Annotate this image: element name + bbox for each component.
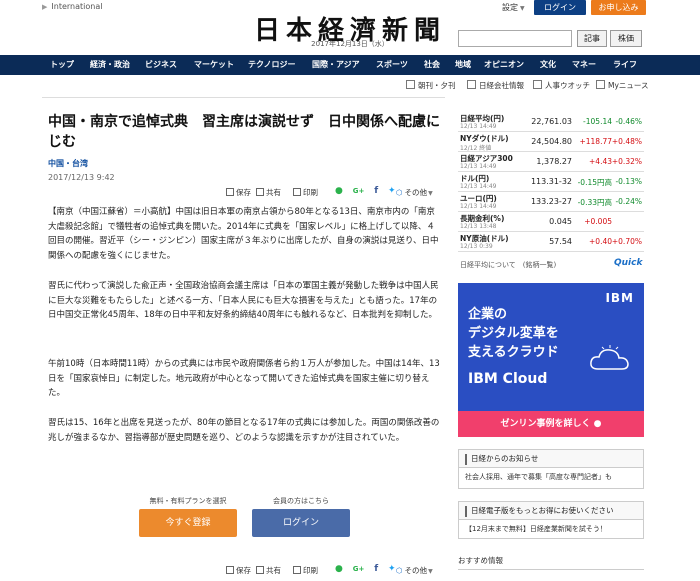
- chevron-down-icon: ▼: [428, 190, 433, 197]
- recommend-heading: おすすめ情報: [458, 555, 644, 570]
- signup-button[interactable]: お申し込み: [591, 0, 646, 15]
- other-share-button-bottom[interactable]: ⬡ その他▼: [396, 565, 433, 577]
- nav-item-region[interactable]: 地域: [455, 55, 471, 75]
- nav-item-life[interactable]: ライフ: [613, 55, 637, 75]
- ad-product: IBM Cloud: [468, 371, 548, 387]
- person-icon: [533, 80, 542, 89]
- evernote-icon[interactable]: ●: [335, 564, 343, 574]
- save-button[interactable]: 保存: [226, 187, 251, 199]
- print-icon: [293, 566, 301, 574]
- ibm-cloud-ad[interactable]: IBM 企業の デジタル変革を 支えるクラウド IBM Cloud ゼンリン事例…: [458, 283, 644, 437]
- plan-label: 無料・有料プランを選択: [149, 497, 227, 505]
- share-button-bottom[interactable]: 共有: [256, 565, 281, 577]
- digital-offer-notice[interactable]: 日経電子版をもっとお得にお使いください 【12月末まで無料】日経産業新聞を試そう…: [458, 501, 644, 539]
- facebook-icon[interactable]: f: [374, 564, 378, 574]
- subnav-company-info[interactable]: 日経会社情報: [467, 80, 524, 92]
- more-icon: ⬡: [396, 188, 403, 197]
- notice-icon: [465, 506, 467, 517]
- nav-item-business[interactable]: ビジネス: [145, 55, 177, 75]
- article-date: 2017/12/13 9:42: [48, 173, 115, 182]
- nikkei-average-link[interactable]: 日経平均について (銘柄一覧): [460, 260, 556, 270]
- save-icon: [226, 188, 234, 196]
- market-row[interactable]: ドル(円) 12/13 14:49 113.31-32 -0.15円高 -0.13%: [458, 172, 644, 192]
- ad-cta-button[interactable]: ゼンリン事例を詳しく ●: [458, 411, 644, 437]
- chevron-down-icon: ▼: [520, 5, 525, 12]
- article-paragraph: 習氏は15、16年と出席を見送ったが、80年の節目となる17年の式典には参加した…: [48, 418, 440, 443]
- nav-item-money[interactable]: マネー: [572, 55, 596, 75]
- market-row[interactable]: NY原油(ドル) 12/13 0:39 57.54 +0.40 +0.70%: [458, 232, 644, 252]
- share-icon: [256, 188, 264, 196]
- print-icon: [293, 188, 301, 196]
- international-link[interactable]: ▶ International: [42, 2, 102, 11]
- mynews-icon: [596, 80, 605, 89]
- share-icon: [256, 566, 264, 574]
- login-button[interactable]: ログイン: [534, 0, 586, 15]
- article-category[interactable]: 中国・台湾: [48, 158, 88, 169]
- subnav-personnel[interactable]: 人事ウオッチ: [533, 80, 590, 92]
- article-headline: 中国・南京で追悼式典 習主席は演説せず 日中関係へ配慮にじむ: [48, 114, 440, 150]
- main-nav: トップ 経済・政治 ビジネス マーケット テクノロジー 国際・アジア スポーツ …: [0, 55, 700, 75]
- save-button-bottom[interactable]: 保存: [226, 565, 251, 577]
- member-label: 会員の方はこちら: [273, 497, 329, 505]
- triangle-right-icon: ▶: [42, 3, 48, 11]
- twitter-icon[interactable]: ✦: [388, 186, 396, 196]
- nikkei-notice[interactable]: 日経からのお知らせ 社会人採用、通年で募集「高度な専門記者」も: [458, 449, 644, 489]
- other-share-button[interactable]: ⬡ その他▼: [396, 187, 433, 199]
- print-button[interactable]: 印刷: [293, 187, 318, 199]
- gate-login-button[interactable]: ログイン: [252, 509, 350, 537]
- nav-item-opinion[interactable]: オピニオン: [484, 55, 524, 75]
- search-input[interactable]: [458, 30, 572, 47]
- facebook-icon[interactable]: f: [374, 186, 378, 196]
- evernote-icon[interactable]: ●: [335, 186, 343, 196]
- more-icon: ⬡: [396, 566, 403, 575]
- stock-search-button[interactable]: 株価: [610, 30, 642, 47]
- settings-menu[interactable]: 設定 ▼: [502, 2, 525, 13]
- article-paragraph: 午前10時（日本時間11時）からの式典には市民や政府関係者ら約１万人が参加した。…: [48, 359, 440, 398]
- masthead-date: 2017年12月13日（水）: [311, 40, 389, 48]
- social-buttons: ● G+ f ✦: [335, 186, 403, 198]
- article-search-button[interactable]: 記事: [577, 30, 607, 47]
- nav-item-market[interactable]: マーケット: [194, 55, 234, 75]
- market-row[interactable]: 日経アジア300 12/13 14:49 1,378.27 +4.43 +0.32%: [458, 152, 644, 172]
- twitter-icon[interactable]: ✦: [388, 564, 396, 574]
- register-button[interactable]: 今すぐ登録: [139, 509, 237, 537]
- social-buttons-bottom: ● G+ f ✦: [335, 564, 403, 576]
- market-row[interactable]: 日経平均(円) 12/13 14:49 22,761.03 -105.14 -0.46…: [458, 112, 644, 132]
- google-plus-icon[interactable]: G+: [353, 187, 365, 195]
- company-icon: [467, 80, 476, 89]
- divider: [42, 97, 445, 98]
- share-button[interactable]: 共有: [256, 187, 281, 199]
- save-icon: [226, 566, 234, 574]
- chevron-down-icon: ▼: [428, 568, 433, 575]
- market-row[interactable]: NYダウ(ドル) 12/12 終値 24,504.80 +118.77 +0.48%: [458, 132, 644, 152]
- market-row[interactable]: 長期金利(%) 12/13 13:48 0.045 +0.005: [458, 212, 644, 232]
- quick-logo: Quick: [614, 258, 643, 268]
- subnav-paper[interactable]: 朝刊・夕刊: [406, 80, 456, 92]
- article-paragraph: 習氏に代わって演説した兪正声・全国政治協商会議主席は「日本の軍国主義が発動した戦…: [48, 281, 439, 320]
- market-row[interactable]: ユーロ(円) 12/13 14:49 133.23-27 -0.33円高 -0.24%: [458, 192, 644, 212]
- article-paragraph: 【南京（中国江蘇省）＝小高航】中国は旧日本軍の南京占領から80年となる13日、南…: [48, 207, 439, 261]
- nav-item-sports[interactable]: スポーツ: [376, 55, 408, 75]
- subnav-mynews[interactable]: Myニュース: [596, 80, 649, 92]
- nav-item-technology[interactable]: テクノロジー: [248, 55, 296, 75]
- ibm-logo: IBM: [605, 291, 634, 305]
- google-plus-icon[interactable]: G+: [353, 565, 365, 573]
- nav-item-world[interactable]: 国際・アジア: [312, 55, 360, 75]
- cloud-icon: [590, 345, 629, 370]
- print-button-bottom[interactable]: 印刷: [293, 565, 318, 577]
- nav-item-economy[interactable]: 経済・政治: [90, 55, 130, 75]
- nav-item-top[interactable]: トップ: [50, 55, 74, 75]
- nav-item-society[interactable]: 社会: [424, 55, 440, 75]
- newspaper-icon: [406, 80, 415, 89]
- nav-item-culture[interactable]: 文化: [540, 55, 556, 75]
- notice-icon: [465, 454, 467, 465]
